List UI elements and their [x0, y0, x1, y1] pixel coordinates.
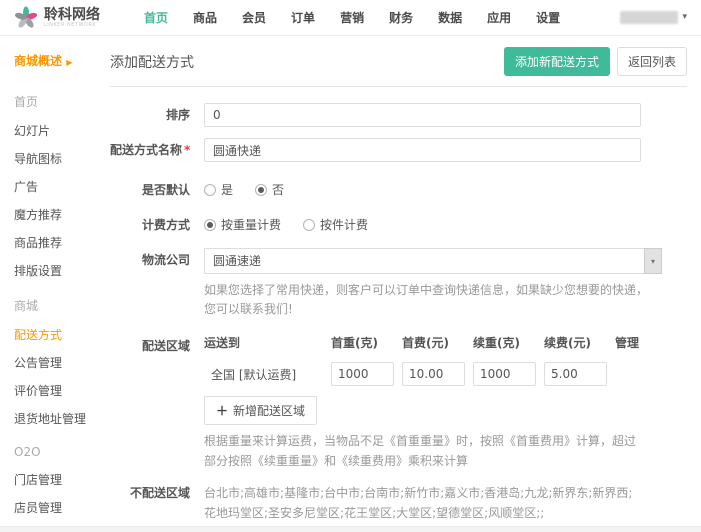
next-weight-input[interactable] [473, 362, 536, 386]
sidebar-section-mall: 商城 [14, 297, 90, 314]
name-label: 配送方式名称* [110, 138, 204, 162]
delivery-area-help-text: 根据重量来计算运费，当物品不足《首重重量》时，按照《首重费用》计算，超过部分按照… [204, 432, 641, 470]
delivery-area-table: 运送到 首重(克) 首费(元) 续重(克) 续费(元) 管理 全国 [默认运费] [204, 334, 655, 470]
billing-by-weight-radio[interactable]: 按重量计费 [204, 213, 281, 237]
destination-cell: 全国 [默认运费] [204, 366, 331, 383]
form-row-name: 配送方式名称* [110, 138, 687, 162]
radio-label: 是 [221, 178, 233, 202]
sidebar-section-home: 首页 [14, 93, 90, 110]
logistics-company-value: 圆通速递 [204, 248, 644, 274]
radio-icon [204, 184, 216, 196]
dropdown-button[interactable]: ▾ [644, 248, 662, 274]
sidebar-item-announcements[interactable]: 公告管理 [14, 354, 90, 371]
form-row-delivery-area: 配送区域 运送到 首重(克) 首费(元) 续重(克) 续费(元) 管理 全国 [… [110, 334, 687, 470]
add-new-delivery-method-button[interactable]: 添加新配送方式 [504, 47, 610, 76]
billing-label: 计费方式 [110, 213, 204, 237]
form-row-logistics: 物流公司 圆通速递 ▾ 如果您选择了常用快递，则客户可以订单中查询快递信息，如果… [110, 248, 687, 319]
billing-by-piece-radio[interactable]: 按件计费 [303, 213, 368, 237]
logistics-company-select[interactable]: 圆通速递 ▾ [204, 248, 662, 274]
sidebar-item-delivery-methods[interactable]: 配送方式 [14, 326, 90, 343]
sidebar-item-cube-recommend[interactable]: 魔方推荐 [14, 206, 90, 223]
sort-input[interactable] [204, 103, 641, 127]
user-name-redacted [620, 11, 678, 24]
table-row: 全国 [默认运费] [204, 362, 655, 386]
sidebar-item-store-management[interactable]: 门店管理 [14, 471, 90, 488]
first-fee-input[interactable] [402, 362, 465, 386]
first-weight-input[interactable] [331, 362, 394, 386]
sidebar-item-return-address[interactable]: 退货地址管理 [14, 410, 90, 427]
col-first-weight: 首重(克) [331, 334, 402, 351]
sidebar-item-slideshow[interactable]: 幻灯片 [14, 122, 90, 139]
radio-icon [204, 219, 216, 231]
form-row-no-delivery-area: 不配送区域 台北市;高雄市;基隆市;台中市;台南市;新竹市;嘉义市;香港岛;九龙… [110, 484, 687, 532]
add-delivery-area-label: 新增配送区域 [233, 402, 305, 419]
sidebar-section-o2o: O2O [14, 445, 90, 459]
nav-item-apps[interactable]: 应用 [487, 9, 511, 26]
nav-item-settings[interactable]: 设置 [536, 9, 560, 26]
sidebar-item-clerk-management[interactable]: 店员管理 [14, 499, 90, 516]
nav-item-members[interactable]: 会员 [242, 9, 266, 26]
nav-item-products[interactable]: 商品 [193, 9, 217, 26]
nav-item-home[interactable]: 首页 [144, 9, 168, 26]
nav-item-finance[interactable]: 财务 [389, 9, 413, 26]
table-header-row: 运送到 首重(克) 首费(元) 续重(克) 续费(元) 管理 [204, 334, 655, 351]
chevron-down-icon: ▾ [651, 257, 655, 266]
col-destination: 运送到 [204, 334, 331, 351]
sort-label: 排序 [110, 103, 204, 127]
radio-label: 按重量计费 [221, 213, 281, 237]
radio-label: 否 [272, 178, 284, 202]
back-to-list-button[interactable]: 返回列表 [617, 47, 687, 76]
is-default-no-radio[interactable]: 否 [255, 178, 284, 202]
next-fee-input[interactable] [544, 362, 607, 386]
form-row-sort: 排序 [110, 103, 687, 127]
nav-item-marketing[interactable]: 营销 [340, 9, 364, 26]
plus-icon: ＋ [216, 402, 228, 419]
sidebar-item-ads[interactable]: 广告 [14, 178, 90, 195]
sidebar-item-mall-overview[interactable]: 商城概述 ▶ [14, 52, 90, 69]
col-next-fee: 续费(元) [544, 334, 615, 351]
delivery-area-label: 配送区域 [110, 334, 204, 358]
chevron-down-icon: ▾ [682, 13, 687, 22]
radio-icon [255, 184, 267, 196]
no-delivery-area-label: 不配送区域 [110, 484, 204, 503]
chevron-right-icon: ▶ [66, 58, 72, 67]
delivery-method-name-input[interactable] [204, 138, 641, 162]
nav-item-data[interactable]: 数据 [438, 9, 462, 26]
form-row-billing: 计费方式 按重量计费 按件计费 [110, 213, 687, 237]
sidebar: 商城概述 ▶ 首页 幻灯片 导航图标 广告 魔方推荐 商品推荐 排版设置 商城 … [0, 36, 90, 526]
logistics-label: 物流公司 [110, 248, 204, 272]
logistics-help-text: 如果您选择了常用快递，则客户可以订单中查询快递信息，如果缺少您想要的快递，您可以… [204, 281, 654, 319]
is-default-yes-radio[interactable]: 是 [204, 178, 233, 202]
pinwheel-logo-icon [14, 6, 38, 30]
delivery-method-form: 排序 配送方式名称* 是否默认 是 否 计费方式 按重量计费 按件计费 [110, 87, 687, 532]
form-row-is-default: 是否默认 是 否 [110, 178, 687, 202]
required-asterisk: * [184, 143, 190, 157]
radio-label: 按件计费 [320, 213, 368, 237]
sidebar-item-nav-icons[interactable]: 导航图标 [14, 150, 90, 167]
nav-item-orders[interactable]: 订单 [291, 9, 315, 26]
user-menu[interactable]: ▾ [620, 11, 687, 24]
radio-icon [303, 219, 315, 231]
main-content: 添加配送方式 添加新配送方式 返回列表 排序 配送方式名称* 是否默认 是 否 [90, 36, 701, 532]
sidebar-item-product-recommend[interactable]: 商品推荐 [14, 234, 90, 251]
sidebar-item-layout-settings[interactable]: 排版设置 [14, 262, 90, 279]
col-first-fee: 首费(元) [402, 334, 473, 351]
topbar: 聆科网络 LINKER NETWORK 首页 商品 会员 订单 营销 财务 数据… [0, 0, 701, 36]
col-manage: 管理 [615, 334, 655, 351]
col-next-weight: 续重(克) [473, 334, 544, 351]
add-delivery-area-button[interactable]: ＋ 新增配送区域 [204, 396, 317, 425]
main-nav: 首页 商品 会员 订单 营销 财务 数据 应用 设置 [144, 9, 560, 26]
brand-logo: 聆科网络 LINKER NETWORK [14, 6, 126, 30]
brand-title: 聆科网络 [44, 8, 100, 22]
is-default-label: 是否默认 [110, 178, 204, 202]
app-window: 聆科网络 LINKER NETWORK 首页 商品 会员 订单 营销 财务 数据… [0, 0, 701, 532]
page-title: 添加配送方式 [110, 52, 194, 72]
brand-subtitle: LINKER NETWORK [44, 22, 100, 28]
excluded-regions-text: 台北市;高雄市;基隆市;台中市;台南市;新竹市;嘉义市;香港岛;九龙;新界东;新… [204, 484, 641, 524]
sidebar-item-reviews[interactable]: 评价管理 [14, 382, 90, 399]
page-header: 添加配送方式 添加新配送方式 返回列表 [110, 36, 687, 87]
bottom-strip [0, 526, 701, 532]
